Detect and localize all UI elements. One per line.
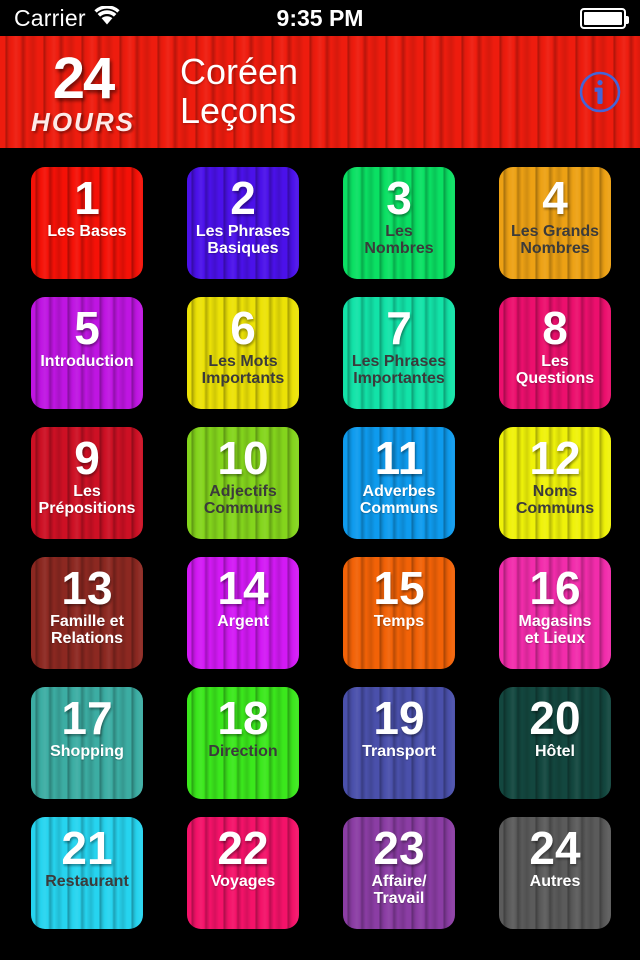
lesson-tile-9[interactable]: 9 Les Prépositions <box>31 427 143 539</box>
lesson-label: Temps <box>373 612 425 630</box>
info-button[interactable] <box>576 68 624 116</box>
lesson-number: 14 <box>217 562 269 614</box>
lesson-label: Les Phrases Importantes <box>351 352 447 387</box>
lesson-number: 13 <box>61 562 113 614</box>
lesson-number: 2 <box>230 172 256 224</box>
lesson-tile-19[interactable]: 19 Transport <box>343 687 455 799</box>
lesson-number: 11 <box>374 432 424 484</box>
lesson-label: Les Questions <box>515 352 595 387</box>
status-bar: Carrier 9:35 PM <box>0 0 640 36</box>
lesson-tile-23[interactable]: 23 Affaire/ Travail <box>343 817 455 929</box>
lesson-number: 17 <box>61 692 113 744</box>
lesson-label: Les Grands Nombres <box>510 222 600 257</box>
lesson-number: 18 <box>217 692 269 744</box>
lesson-label: Les Mots Importants <box>201 352 285 387</box>
lesson-number: 5 <box>74 302 100 354</box>
lesson-tile-4[interactable]: 4 Les Grands Nombres <box>499 167 611 279</box>
logo-number: 24 <box>52 45 116 111</box>
lesson-grid: 1 Les Bases 2 Les Phrases Basiques 3 Les Nomb… <box>0 148 640 929</box>
lesson-label: Transport <box>362 742 436 760</box>
status-bar-right <box>580 7 629 29</box>
lesson-number: 7 <box>386 302 412 354</box>
carrier-label: Carrier <box>14 4 86 31</box>
app-header: 24 HOURS Coréen Leçons <box>0 36 640 148</box>
lesson-tile-17[interactable]: 17 Shopping <box>31 687 143 799</box>
lesson-number: 24 <box>529 822 581 874</box>
lesson-tile-5[interactable]: 5 Introduction <box>31 297 143 409</box>
lesson-number: 9 <box>74 432 100 484</box>
lesson-label: Shopping <box>50 742 124 760</box>
wifi-icon <box>94 5 120 30</box>
lesson-tile-7[interactable]: 7 Les Phrases Importantes <box>343 297 455 409</box>
lesson-number: 19 <box>373 692 425 744</box>
lesson-number: 16 <box>529 562 581 614</box>
lesson-label: Adverbes Communs <box>359 482 439 517</box>
lesson-number: 21 <box>61 822 113 874</box>
lesson-label: Voyages <box>210 872 276 890</box>
lesson-number: 8 <box>542 302 568 354</box>
lesson-tile-16[interactable]: 16 Magasins et Lieux <box>499 557 611 669</box>
lesson-number: 4 <box>542 172 568 224</box>
app-logo: 24 HOURS <box>8 45 158 137</box>
lesson-label: Autres <box>529 872 581 890</box>
lesson-tile-22[interactable]: 22 Voyages <box>187 817 299 929</box>
lesson-number: 15 <box>373 562 425 614</box>
lesson-label: Les Phrases Basiques <box>195 222 291 257</box>
lesson-tile-12[interactable]: 12 Noms Communs <box>499 427 611 539</box>
logo-hours-text: HOURS <box>31 106 135 137</box>
lesson-tile-3[interactable]: 3 Les Nombres <box>343 167 455 279</box>
lesson-label: Introduction <box>40 352 134 370</box>
lesson-tile-18[interactable]: 18 Direction <box>187 687 299 799</box>
lesson-tile-21[interactable]: 21 Restaurant <box>31 817 143 929</box>
lesson-label: Affaire/ Travail <box>371 872 427 907</box>
lesson-number: 3 <box>386 172 412 224</box>
lesson-tile-10[interactable]: 10 Adjectifs Communs <box>187 427 299 539</box>
lesson-tile-24[interactable]: 24 Autres <box>499 817 611 929</box>
lesson-label: Famille et Relations <box>50 612 124 647</box>
lesson-number: 6 <box>230 302 256 354</box>
lesson-tile-6[interactable]: 6 Les Mots Importants <box>187 297 299 409</box>
lesson-label: Restaurant <box>45 872 129 890</box>
lesson-number: 1 <box>74 172 100 224</box>
info-icon <box>579 71 621 113</box>
page-title-line2: Leçons <box>180 90 297 131</box>
lesson-label: Hôtel <box>535 742 575 760</box>
lesson-tile-13[interactable]: 13 Famille et Relations <box>31 557 143 669</box>
lesson-label: Adjectifs Communs <box>203 482 283 517</box>
battery-icon <box>580 7 629 29</box>
lesson-number: 10 <box>217 432 269 484</box>
page-title: Coréen Leçons <box>180 51 299 131</box>
lesson-number: 20 <box>529 692 581 744</box>
lesson-tile-1[interactable]: 1 Les Bases <box>31 167 143 279</box>
lesson-label: Noms Communs <box>515 482 595 517</box>
page-title-line1: Coréen <box>180 51 299 93</box>
lesson-label: Les Bases <box>47 222 127 240</box>
lesson-tile-11[interactable]: 11 Adverbes Communs <box>343 427 455 539</box>
lesson-label: Les Prépositions <box>38 482 136 517</box>
status-bar-left: Carrier <box>14 5 120 32</box>
lesson-label: Argent <box>217 612 269 630</box>
lesson-tile-15[interactable]: 15 Temps <box>343 557 455 669</box>
lesson-tile-14[interactable]: 14 Argent <box>187 557 299 669</box>
lesson-number: 22 <box>217 822 269 874</box>
lesson-label: Direction <box>208 742 278 760</box>
lesson-label: Magasins et Lieux <box>518 612 592 647</box>
lesson-tile-8[interactable]: 8 Les Questions <box>499 297 611 409</box>
lesson-label: Les Nombres <box>364 222 434 257</box>
lesson-number: 12 <box>529 432 581 484</box>
lesson-number: 23 <box>373 822 425 874</box>
lesson-tile-2[interactable]: 2 Les Phrases Basiques <box>187 167 299 279</box>
lesson-tile-20[interactable]: 20 Hôtel <box>499 687 611 799</box>
